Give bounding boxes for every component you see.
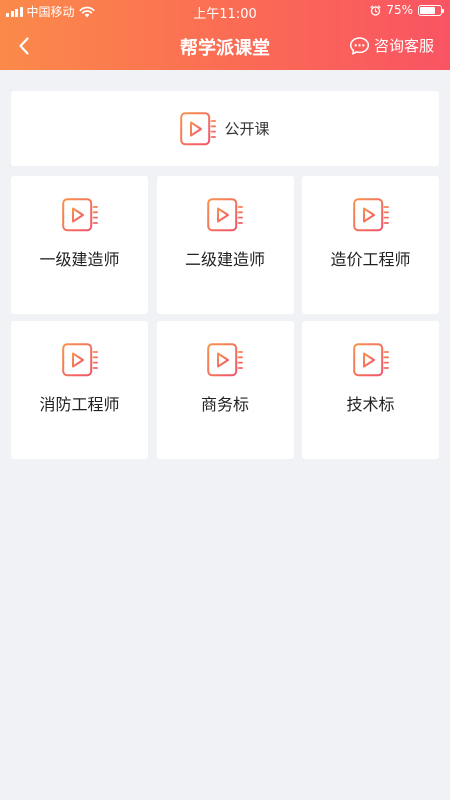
category-tile-first-class-constructor[interactable]: 一级建造师 [11, 176, 148, 314]
public-course-card[interactable]: 公开课 [11, 91, 439, 166]
consult-service-button[interactable]: 咨询客服 [349, 35, 434, 56]
category-icon-container [352, 343, 389, 377]
category-label: 消防工程师 [39, 395, 120, 414]
category-label: 技术标 [346, 395, 395, 414]
header: 中国移动 上午11:00 75% 帮学派课堂 咨询客服 [0, 0, 450, 70]
category-label: 一级建造师 [39, 250, 120, 269]
status-bar: 中国移动 上午11:00 75% [0, 0, 450, 22]
battery-level [420, 6, 435, 14]
category-tile-cost-engineer[interactable]: 造价工程师 [302, 176, 439, 314]
video-play-icon [207, 343, 243, 377]
chat-bubble-icon [349, 36, 370, 55]
video-play-icon [352, 343, 389, 377]
battery-icon [418, 4, 444, 16]
nav-bar: 帮学派课堂 咨询客服 [0, 22, 450, 70]
category-icon-container [352, 198, 389, 232]
category-tile-second-class-constructor[interactable]: 二级建造师 [156, 176, 294, 314]
main-content: 公开课 一级建造师 二级建造师 造价工程师 消防工程师 商务标 技术标 [11, 91, 439, 459]
video-play-icon [207, 198, 243, 232]
category-label: 商务标 [200, 395, 249, 414]
video-play-icon [352, 198, 389, 232]
status-right: 75% [370, 3, 444, 17]
category-grid: 一级建造师 二级建造师 造价工程师 消防工程师 商务标 技术标 [11, 176, 439, 459]
category-icon-container [207, 343, 243, 377]
public-course-label: 公开课 [224, 120, 270, 138]
category-icon-container [207, 198, 243, 232]
category-label: 二级建造师 [184, 250, 265, 269]
back-button[interactable] [10, 32, 38, 60]
video-play-icon [61, 343, 98, 377]
category-tile-fire-engineer[interactable]: 消防工程师 [11, 321, 148, 459]
alarm-icon [370, 5, 381, 16]
video-play-icon [180, 111, 217, 145]
chevron-left-icon [19, 37, 29, 55]
category-icon-container [61, 198, 98, 232]
battery-percent: 75% [386, 3, 413, 17]
category-tile-business-bid[interactable]: 商务标 [156, 321, 294, 459]
video-play-icon [61, 198, 98, 232]
consult-label: 咨询客服 [373, 37, 434, 55]
category-label: 造价工程师 [330, 250, 411, 269]
category-tile-technical-bid[interactable]: 技术标 [302, 321, 439, 459]
category-icon-container [61, 343, 98, 377]
